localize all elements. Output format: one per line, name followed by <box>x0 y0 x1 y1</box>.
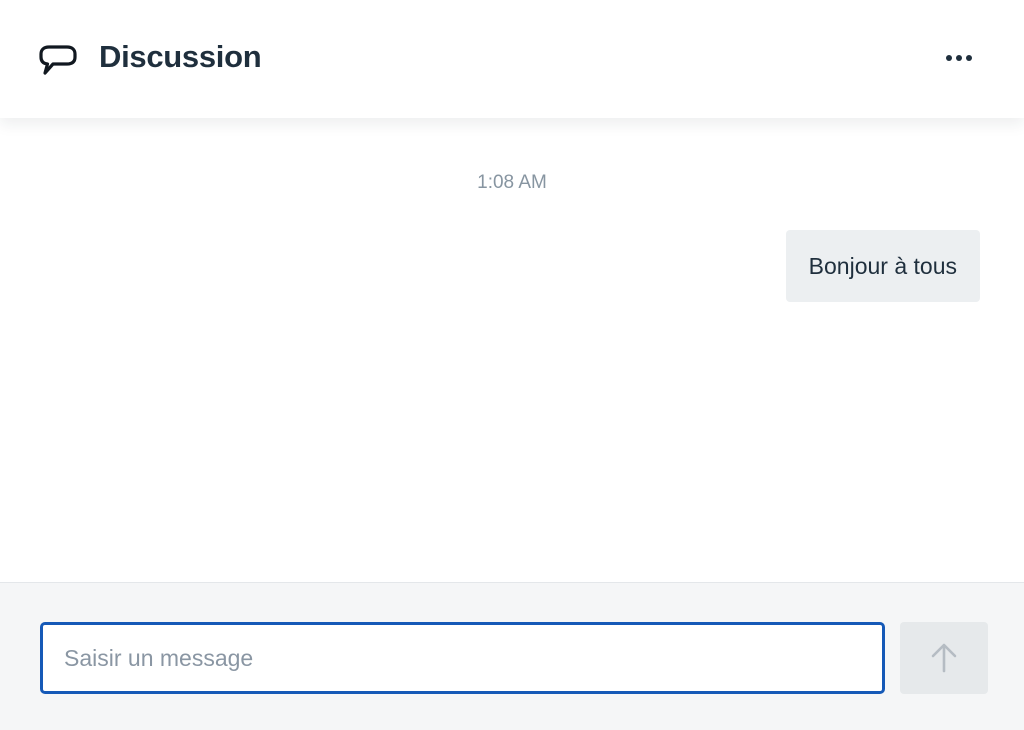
more-options-button[interactable] <box>938 40 980 76</box>
speech-bubble-icon <box>38 44 78 78</box>
chat-header: Discussion <box>0 0 1024 118</box>
chat-window: Discussion 1:08 AM Bonjour à tous <box>0 0 1024 730</box>
arrow-up-icon <box>930 642 958 674</box>
message-input[interactable] <box>40 622 885 694</box>
message-bubble-outgoing: Bonjour à tous <box>785 230 980 302</box>
more-horizontal-icon <box>944 55 974 61</box>
message-composer <box>0 582 1024 730</box>
message-timestamp: 1:08 AM <box>477 172 547 193</box>
message-list[interactable]: 1:08 AM Bonjour à tous <box>0 118 1024 582</box>
chat-title: Discussion <box>99 39 262 74</box>
send-button[interactable] <box>900 622 988 694</box>
